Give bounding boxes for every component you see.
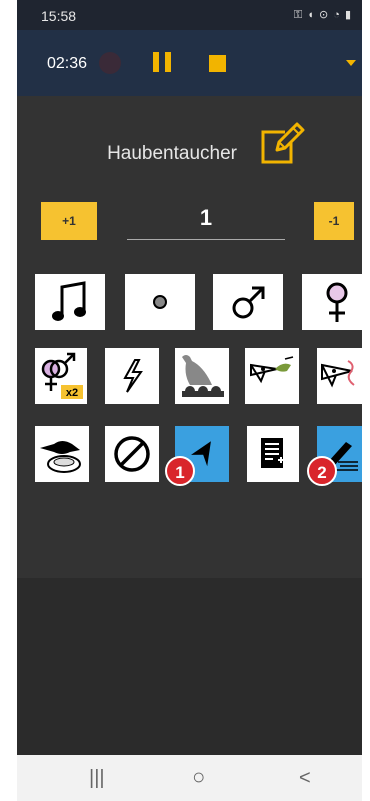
- conflict-button[interactable]: [105, 348, 159, 404]
- stop-button[interactable]: [209, 55, 226, 72]
- male-button[interactable]: [213, 274, 283, 330]
- individual-button[interactable]: [125, 274, 195, 330]
- recent-apps-button[interactable]: |||: [89, 767, 105, 790]
- lightning-icon: [117, 356, 147, 396]
- android-nav-bar: ||| ○ <: [17, 755, 362, 801]
- notes-button[interactable]: [247, 426, 299, 482]
- empty-area: [17, 578, 362, 755]
- notes-icon: [258, 436, 288, 472]
- counter-underline: [127, 239, 285, 240]
- decrement-button[interactable]: -1: [314, 202, 354, 240]
- feeding-fish-button[interactable]: [245, 348, 299, 404]
- no-observation-button[interactable]: [105, 426, 159, 482]
- species-name: Haubentaucher: [107, 143, 237, 164]
- bird-on-nest-icon: [36, 430, 88, 478]
- phone-screen: 15:58 ⚿ ◖ ⊙ ◔ ▮ 02:36 Haubentaucher +1 1…: [17, 0, 362, 801]
- prohibited-icon: [111, 433, 153, 475]
- home-button[interactable]: ○: [192, 764, 205, 790]
- bird-with-worm-icon: [318, 353, 362, 399]
- pause-button[interactable]: [152, 52, 172, 72]
- annotation-badge-1: 1: [165, 456, 195, 486]
- dot-icon: [150, 292, 170, 312]
- recording-toolbar: 02:36: [17, 30, 362, 96]
- back-button[interactable]: <: [299, 767, 311, 790]
- pair-button[interactable]: x2: [35, 348, 87, 404]
- female-icon: [321, 280, 353, 324]
- edit-species-icon[interactable]: [259, 120, 305, 166]
- young-birds-button[interactable]: [175, 348, 229, 404]
- dropdown-arrow-icon[interactable]: [346, 60, 356, 66]
- fish-in-beak-icon: [247, 353, 297, 399]
- male-icon: [228, 282, 268, 322]
- feeding-worm-button[interactable]: [317, 348, 362, 404]
- record-icon[interactable]: [99, 52, 121, 74]
- nest-button[interactable]: [35, 426, 89, 482]
- status-bar: 15:58 ⚿ ◖ ⊙ ◔ ▮: [17, 0, 362, 30]
- svg-text:x2: x2: [66, 387, 78, 399]
- song-button[interactable]: [35, 274, 105, 330]
- pair-x2-icon: x2: [37, 351, 85, 401]
- annotation-badge-2: 2: [307, 456, 337, 486]
- counter-value[interactable]: 1: [127, 205, 285, 231]
- status-icons: ⚿ ◖ ⊙ ◔ ▮: [293, 9, 352, 21]
- status-time: 15:58: [41, 8, 77, 24]
- duck-with-chicks-icon: [176, 351, 228, 401]
- observation-panel: Haubentaucher +1 1 -1 x2 1 2: [17, 96, 362, 578]
- music-note-icon: [50, 279, 90, 325]
- recording-timer: 02:36: [47, 55, 88, 72]
- increment-button[interactable]: +1: [41, 202, 97, 240]
- female-button[interactable]: [302, 274, 362, 330]
